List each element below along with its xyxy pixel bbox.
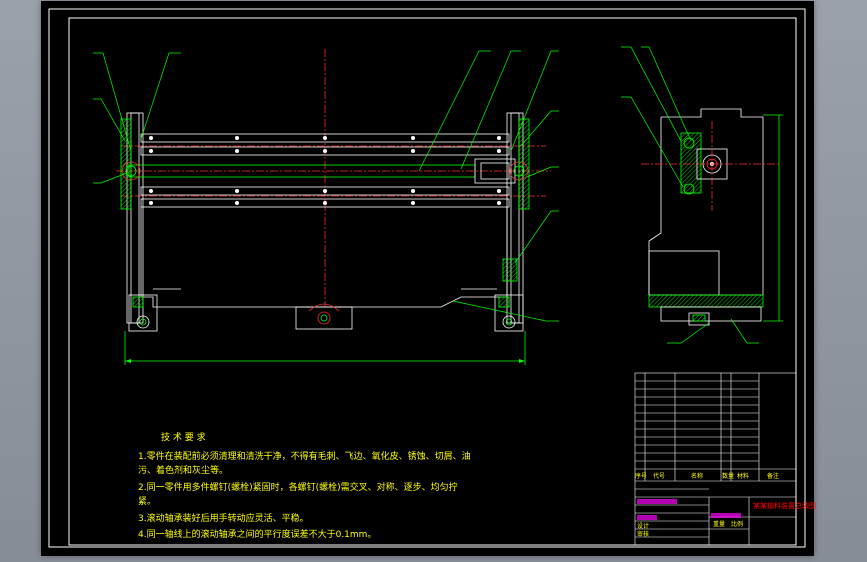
front-view[interactable] xyxy=(116,49,551,365)
stage-label-review: 审核 xyxy=(637,531,650,538)
title-block[interactable] xyxy=(634,372,797,546)
tech-requirements-title: 技 术 要 求 xyxy=(161,433,206,443)
parts-header-name: 名称 xyxy=(691,473,704,480)
drawing-name: 某某输料装置总装图 xyxy=(753,502,816,510)
tech-requirement-line: 紧。 xyxy=(138,497,157,507)
side-base-hatch xyxy=(648,294,764,308)
tech-requirement-line: 4.同一轴线上的滚动轴承之间的平行度误差不大于0.1mm。 xyxy=(138,530,377,540)
tech-requirement-line: 2.同一零件用多件螺钉(螺栓)紧固时，各螺钉(螺栓)需交叉、对称、逐步、均匀拧 xyxy=(138,483,458,493)
scale-label-ratio: 比例 xyxy=(731,521,744,528)
side-frame-outline xyxy=(648,108,764,296)
front-view-leaders xyxy=(93,50,559,322)
center-support-block xyxy=(295,306,353,330)
parts-header-remark: 备注 xyxy=(767,473,780,480)
stage-label-design: 设计 xyxy=(637,523,650,530)
tech-requirement-line: 污、着色剂和灰尘等。 xyxy=(138,466,229,476)
parts-header-index: 序号 xyxy=(635,473,648,480)
parts-header-code: 代号 xyxy=(653,473,666,480)
side-view[interactable] xyxy=(641,108,783,326)
tech-requirement-line: 1.零件在装配前必须清理和清洗干净，不得有毛刺、飞边、氧化皮、锈蚀、切屑、油 xyxy=(138,452,471,462)
drawing-sheet[interactable]: 技 术 要 求 1.零件在装配前必须清理和清洗干净，不得有毛刺、飞边、氧化皮、锈… xyxy=(41,1,816,556)
parts-header-qty: 数量 xyxy=(722,473,735,480)
scale-label-weight: 重量 xyxy=(713,521,726,528)
parts-header-material: 材料 xyxy=(737,473,750,480)
tech-requirement-line: 3.滚动轴承装好后用手转动应灵活、平稳。 xyxy=(138,514,309,524)
